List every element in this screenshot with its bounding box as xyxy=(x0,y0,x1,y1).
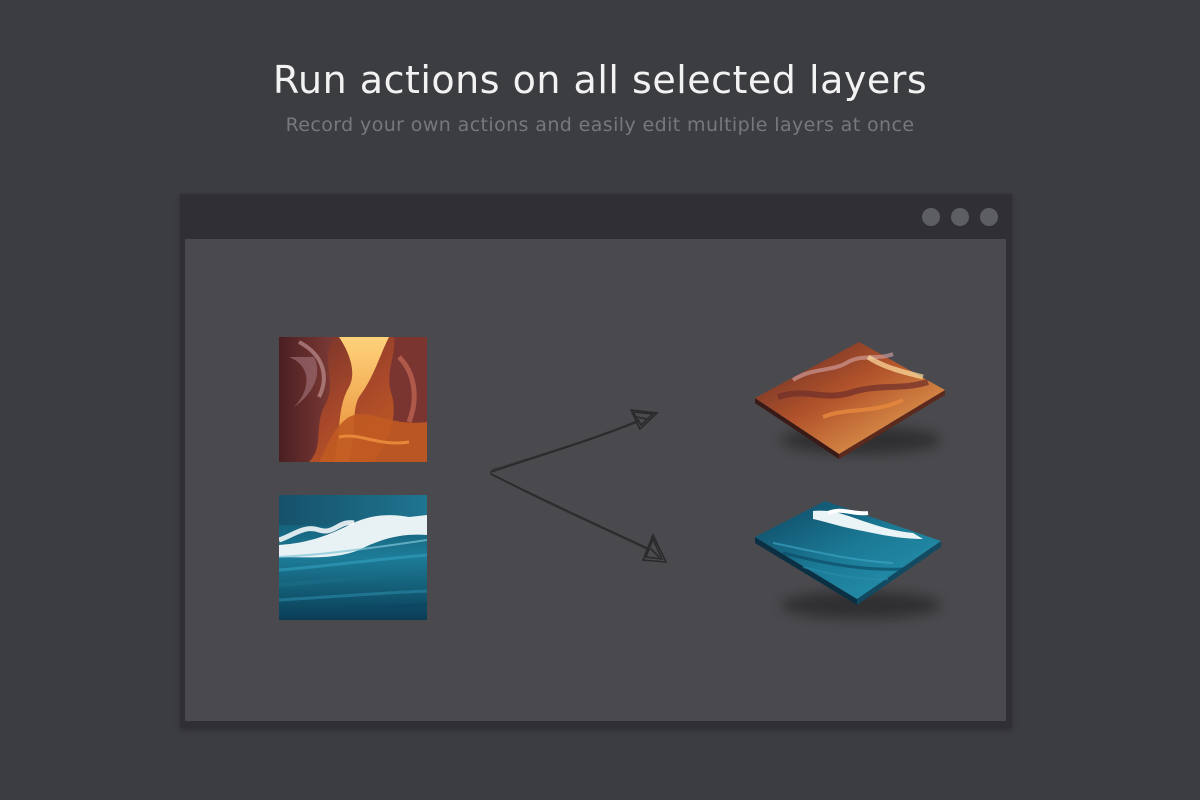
document-canvas xyxy=(185,239,1006,721)
layer-canyon-result[interactable] xyxy=(753,342,953,462)
canyon-image-3d xyxy=(755,342,945,459)
window-dot-1[interactable] xyxy=(922,208,940,226)
window-dot-2[interactable] xyxy=(951,208,969,226)
layer-wave-result[interactable] xyxy=(753,501,953,626)
page-title: Run actions on all selected layers xyxy=(272,58,928,102)
page-subtitle: Record your own actions and easily edit … xyxy=(285,114,915,136)
window-titlebar xyxy=(180,194,1012,239)
app-window xyxy=(180,194,1012,728)
wave-image-3d xyxy=(755,501,941,619)
transform-arrows xyxy=(490,409,668,563)
window-dot-3[interactable] xyxy=(980,208,998,226)
